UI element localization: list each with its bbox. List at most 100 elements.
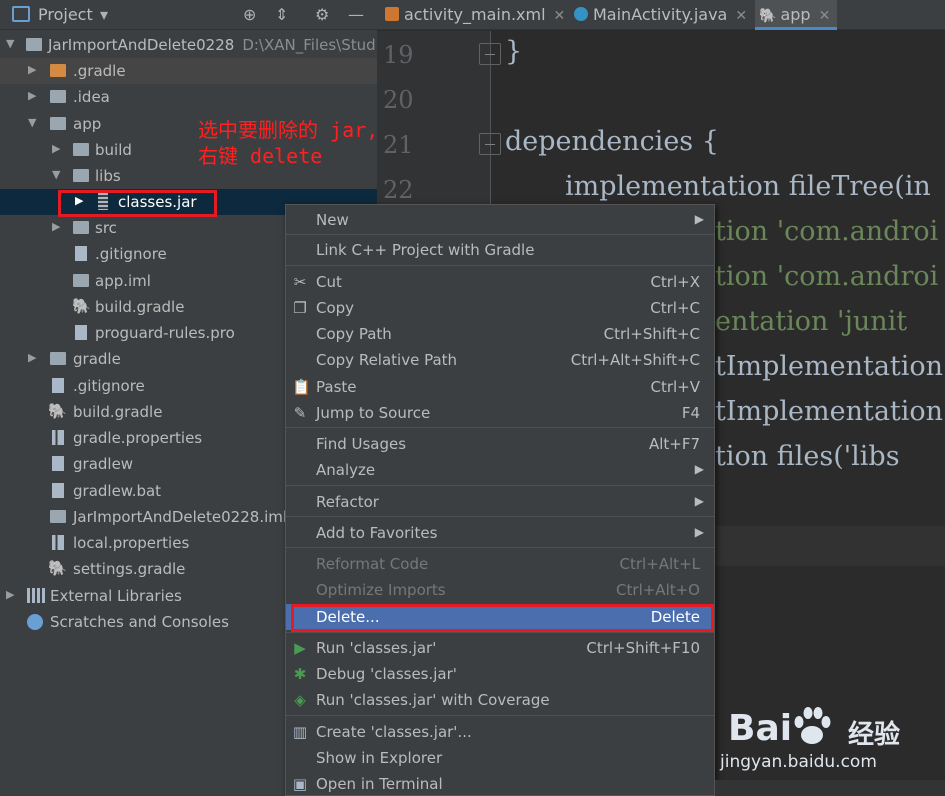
gear-icon[interactable]: ⚙ <box>315 5 329 24</box>
line-number: 22 <box>383 176 414 204</box>
menu-item-create-config[interactable]: ▥ Create 'classes.jar'... <box>286 719 714 745</box>
menu-item-run[interactable]: ▶ Run 'classes.jar' Ctrl+Shift+F10 <box>286 635 714 661</box>
menu-item-copy-path[interactable]: Copy Path Ctrl+Shift+C <box>286 321 714 347</box>
project-path: D:\XAN_Files\Stud <box>242 36 376 54</box>
folder-icon <box>73 169 89 182</box>
tree-item-idea[interactable]: ▶ .idea <box>0 84 377 110</box>
locate-file-icon[interactable]: ⊕ <box>243 5 256 24</box>
close-icon[interactable]: ✕ <box>735 8 747 24</box>
tree-item-project-root[interactable]: ▼ JarImportAndDelete0228 D:\XAN_Files\Stu… <box>0 32 377 58</box>
menu-item-cut[interactable]: ✂ Cut Ctrl+X <box>286 269 714 295</box>
tree-item-label: JarImportAndDelete0228.iml <box>73 508 288 526</box>
menu-item-copy-relative-path[interactable]: Copy Relative Path Ctrl+Alt+Shift+C <box>286 347 714 373</box>
menu-item-label: Analyze <box>316 461 376 479</box>
menu-item-paste[interactable]: 📋 Paste Ctrl+V <box>286 374 714 400</box>
module-file-icon <box>50 510 66 523</box>
menu-item-find-usages[interactable]: Find Usages Alt+F7 <box>286 431 714 457</box>
code-line: tion 'com.androi <box>715 261 938 292</box>
tree-item-label: libs <box>95 167 121 185</box>
file-icon <box>52 456 64 471</box>
folder-icon <box>73 143 89 156</box>
menu-separator <box>286 427 714 428</box>
close-icon[interactable]: ✕ <box>819 8 831 24</box>
close-icon[interactable]: ✕ <box>554 8 566 24</box>
properties-file-icon <box>52 535 64 550</box>
menu-item-add-to-favorites[interactable]: Add to Favorites ▶ <box>286 520 714 546</box>
menu-item-show-in-explorer[interactable]: Show in Explorer <box>286 745 714 771</box>
menu-item-shortcut: Ctrl+Alt+L <box>619 555 701 573</box>
menu-item-reformat-code[interactable]: Reformat Code Ctrl+Alt+L <box>286 551 714 577</box>
menu-separator <box>286 485 714 486</box>
chevron-right-icon[interactable]: ▶ <box>28 351 36 364</box>
tab-label: activity_main.xml <box>404 5 546 24</box>
gradle-elephant-icon: 🐘 <box>48 559 67 577</box>
tree-item-label: local.properties <box>73 534 190 552</box>
scissors-icon: ✂ <box>293 273 307 291</box>
chevron-down-icon[interactable]: ▼ <box>6 37 14 50</box>
chevron-down-icon[interactable]: ▼ <box>28 116 36 129</box>
chevron-right-icon[interactable]: ▶ <box>52 142 60 155</box>
properties-file-icon <box>52 430 64 445</box>
menu-item-shortcut: Ctrl+Alt+Shift+C <box>570 351 700 369</box>
menu-item-label: Run 'classes.jar' <box>316 639 437 657</box>
baidu-jingyan-watermark: Bai 经验 jingyan.baidu.com <box>720 700 945 780</box>
menu-item-label: Add to Favorites <box>316 524 438 542</box>
module-folder-icon <box>50 117 66 130</box>
code-line: tion 'com.androi <box>715 216 938 247</box>
collapse-all-icon[interactable]: ⇕ <box>275 5 288 24</box>
tab-activity-main-xml[interactable]: activity_main.xml ✕ <box>385 0 565 30</box>
menu-item-refactor[interactable]: Refactor ▶ <box>286 489 714 515</box>
menu-item-shortcut: Ctrl+X <box>650 273 700 291</box>
gradle-elephant-icon: 🐘 <box>759 8 777 24</box>
tree-item-label: build.gradle <box>95 298 185 316</box>
chevron-down-icon[interactable]: ▼ <box>52 168 60 181</box>
tree-item-label: JarImportAndDelete0228 <box>48 36 235 54</box>
folder-icon <box>73 221 89 234</box>
pencil-icon: ✎ <box>293 404 307 422</box>
project-view-selector[interactable]: Project <box>38 5 93 24</box>
jar-icon: ▥ <box>292 723 308 741</box>
menu-item-jump-to-source[interactable]: ✎ Jump to Source F4 <box>286 400 714 426</box>
code-line: tImplementation <box>715 351 944 382</box>
watermark-brand: Bai <box>728 708 793 749</box>
watermark-url: jingyan.baidu.com <box>720 752 877 772</box>
menu-separator <box>286 516 714 517</box>
chevron-right-icon[interactable]: ▶ <box>6 588 14 601</box>
menu-item-debug[interactable]: ✱ Debug 'classes.jar' <box>286 661 714 687</box>
menu-item-label: Refactor <box>316 493 379 511</box>
code-line: tion files('libs <box>715 441 900 472</box>
chevron-right-icon[interactable]: ▶ <box>52 220 60 233</box>
tree-item-label: build.gradle <box>73 403 163 421</box>
tree-item-label: Scratches and Consoles <box>50 613 229 631</box>
tree-item-label: settings.gradle <box>73 560 186 578</box>
submenu-arrow-icon: ▶ <box>694 462 704 476</box>
run-icon: ▶ <box>294 639 306 657</box>
menu-item-label: Link C++ Project with Gradle <box>316 241 535 259</box>
tab-mainactivity-java[interactable]: MainActivity.java ✕ <box>574 0 747 30</box>
file-icon <box>52 483 64 498</box>
module-folder-icon <box>26 38 42 51</box>
hide-panel-icon[interactable]: — <box>348 5 364 24</box>
menu-item-link-cpp[interactable]: Link C++ Project with Gradle <box>286 237 714 263</box>
fold-marker-icon[interactable] <box>479 133 501 155</box>
tree-item-label: build <box>95 141 132 159</box>
menu-item-open-in-terminal[interactable]: ▣ Open in Terminal <box>286 771 714 796</box>
tab-label: app <box>780 5 811 24</box>
menu-item-analyze[interactable]: Analyze ▶ <box>286 457 714 483</box>
menu-item-copy[interactable]: ❐ Copy Ctrl+C <box>286 295 714 321</box>
tree-item-gradle-cache[interactable]: ▶ .gradle <box>0 58 377 84</box>
chevron-down-icon[interactable]: ▾ <box>100 5 108 24</box>
tab-app-gradle[interactable]: 🐘 app ✕ <box>755 0 837 30</box>
folder-icon <box>50 352 66 365</box>
menu-item-label: Run 'classes.jar' with Coverage <box>316 691 550 709</box>
chevron-right-icon[interactable]: ▶ <box>28 89 36 102</box>
menu-separator <box>286 632 714 633</box>
file-icon <box>75 246 87 261</box>
chevron-right-icon[interactable]: ▶ <box>28 63 36 76</box>
menu-item-new[interactable]: New ▶ <box>286 207 714 233</box>
tree-item-label: .idea <box>73 88 110 106</box>
menu-item-run-with-coverage[interactable]: ◈ Run 'classes.jar' with Coverage <box>286 687 714 713</box>
menu-item-optimize-imports[interactable]: Optimize Imports Ctrl+Alt+O <box>286 577 714 603</box>
fold-marker-icon[interactable] <box>479 43 501 65</box>
code-fragment: tion 'com.androi <box>715 216 939 247</box>
